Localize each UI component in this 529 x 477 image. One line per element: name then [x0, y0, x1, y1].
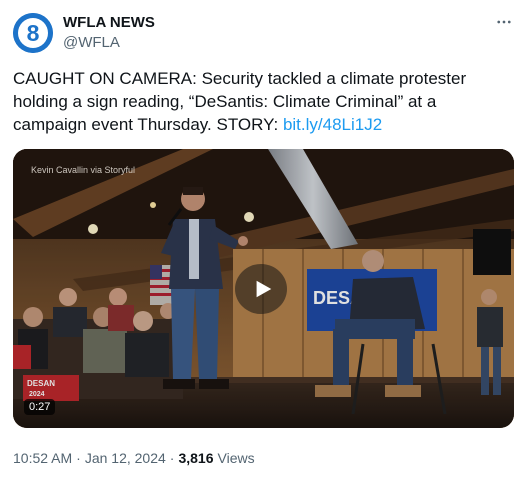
views-count: 3,816	[178, 450, 214, 466]
video-duration: 0:27	[24, 399, 56, 415]
story-link[interactable]: bit.ly/48Li1J2	[283, 115, 382, 134]
tweet-time[interactable]: 10:52 AM	[13, 450, 72, 466]
play-button[interactable]	[235, 264, 287, 314]
avatar[interactable]: 8	[13, 13, 53, 53]
video-player[interactable]: DESAN 2	[13, 149, 514, 428]
wfla-8-logo: 8	[13, 13, 53, 53]
play-icon	[256, 280, 271, 298]
account-name-row[interactable]: WFLA NEWS	[63, 14, 155, 31]
separator-dot: ·	[169, 450, 175, 466]
tweet-meta: 10:52 AM · Jan 12, 2024 · 3,816 Views	[13, 450, 255, 466]
tweet-body-text: CAUGHT ON CAMERA: Security tackled a cli…	[13, 69, 467, 134]
avatar-logo-text: 8	[27, 20, 40, 46]
tweet-card[interactable]: 8 WFLA NEWS @WFLA CAUGHT ON CAMERA: Secu…	[0, 0, 529, 477]
views-label: Views	[217, 450, 255, 466]
tweet-date[interactable]: Jan 12, 2024	[85, 450, 166, 466]
separator-dot: ·	[76, 450, 81, 466]
tweet-text: CAUGHT ON CAMERA: Security tackled a cli…	[13, 67, 513, 136]
more-options-button[interactable]	[493, 12, 515, 32]
account-handle[interactable]: @WFLA	[63, 34, 120, 51]
video-credit: Kevin Cavallin via Storyful	[31, 165, 136, 175]
display-name[interactable]: WFLA NEWS	[63, 14, 155, 31]
more-options-icon	[497, 20, 511, 24]
